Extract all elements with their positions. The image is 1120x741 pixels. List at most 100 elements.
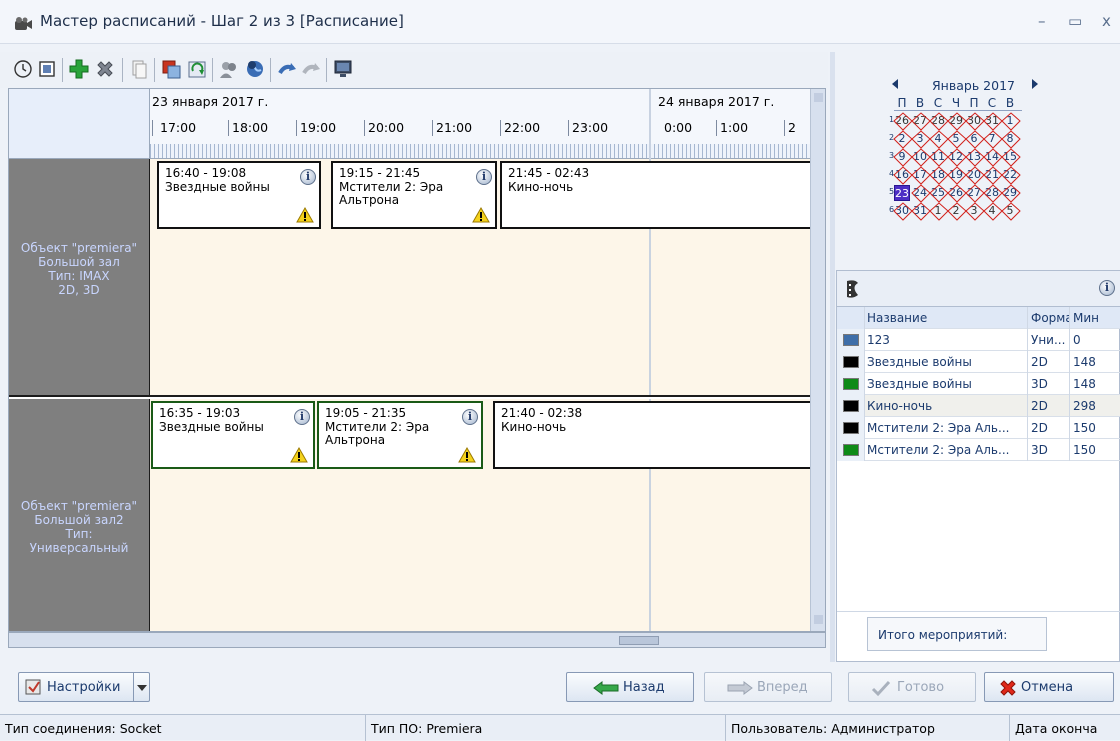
warning-icon	[290, 447, 308, 463]
event-name: Звездные войны	[165, 180, 270, 194]
film-minutes: 148	[1073, 355, 1096, 369]
clock-icon[interactable]	[12, 58, 34, 80]
hall-row: 16:35 - 19:03 Звездные войны i 19:05 - 2…	[150, 399, 823, 631]
undo-icon[interactable]	[276, 58, 298, 80]
film-format: 3D	[1031, 377, 1048, 391]
films-toolbar: i	[837, 271, 1120, 307]
monitor-icon[interactable]	[332, 58, 354, 80]
status-end-date-text: Дата оконча	[1015, 721, 1098, 736]
weekday-label: В	[915, 96, 925, 110]
vertical-scrollbar[interactable]	[810, 89, 825, 631]
select-icon[interactable]	[36, 58, 58, 80]
film-color-swatch	[843, 400, 859, 412]
table-row[interactable]: Кино-ночь 2D 298	[837, 395, 1120, 417]
chevron-down-icon[interactable]	[137, 685, 147, 691]
filmstrip-icon[interactable]	[845, 279, 861, 299]
hall-row-header: Объект "premiera" Большой зал2 Тип: Унив…	[9, 399, 150, 631]
hour-label: 21:00	[436, 120, 473, 135]
forward-label: Вперед	[757, 680, 808, 695]
table-row[interactable]: Мстители 2: Эра Аль... 3D 150	[837, 439, 1120, 461]
film-name: Мстители 2: Эра Аль...	[867, 421, 1010, 435]
next-month-arrow[interactable]	[1032, 79, 1038, 89]
film-format: 2D	[1031, 399, 1048, 413]
globe-icon[interactable]	[244, 58, 266, 80]
warning-icon	[458, 447, 476, 463]
status-software: Тип ПО: Premiera	[366, 715, 726, 741]
status-software-text: Тип ПО: Premiera	[371, 721, 483, 736]
info-icon[interactable]: i	[300, 169, 316, 185]
event-block[interactable]: 21:40 - 02:38 Кино-ночь	[493, 401, 823, 469]
event-block[interactable]: 16:40 - 19:08 Звездные войны i	[157, 161, 321, 229]
scroll-down-arrow[interactable]	[814, 615, 823, 624]
maximize-button[interactable]: ▭	[1068, 12, 1082, 30]
info-icon[interactable]: i	[476, 169, 492, 185]
title-bar: Мастер расписаний - Шаг 2 из 3 [Расписан…	[0, 0, 1120, 44]
weekday-label: С	[987, 96, 997, 110]
info-icon[interactable]: i	[462, 409, 478, 425]
table-row[interactable]: 123 Уни... 0	[837, 329, 1120, 351]
settings-button[interactable]: Настройки	[18, 672, 150, 702]
column-header[interactable]: Форма	[1031, 311, 1069, 325]
films-panel: i Название Форма Мин 123 Уни... 0 Звездные …	[836, 270, 1120, 662]
prev-month-arrow[interactable]	[892, 79, 898, 89]
warning-icon	[472, 207, 490, 223]
film-minutes: 150	[1073, 421, 1096, 435]
info-icon[interactable]: i	[294, 409, 310, 425]
minor-ticks	[150, 144, 810, 158]
info-icon[interactable]: i	[1099, 280, 1115, 296]
forward-button[interactable]: Вперед	[704, 672, 832, 702]
done-button[interactable]: Готово	[848, 672, 976, 702]
weekday-label: П	[969, 96, 979, 110]
film-name: Кино-ночь	[867, 399, 933, 413]
arrow-right-icon	[727, 681, 753, 695]
hour-label: 22:00	[504, 120, 541, 135]
film-format: 2D	[1031, 421, 1048, 435]
event-block[interactable]: 21:45 - 02:43 Кино-ночь	[500, 161, 825, 229]
copy-icon[interactable]	[128, 58, 150, 80]
status-connection-text: Тип соединения: Socket	[5, 721, 162, 736]
hour-label: 17:00	[160, 120, 197, 135]
window-title: Мастер расписаний - Шаг 2 из 3 [Расписан…	[40, 12, 404, 30]
close-button[interactable]: x	[1102, 12, 1111, 30]
export-icon[interactable]	[160, 58, 182, 80]
event-time: 19:15 - 21:45	[339, 166, 421, 180]
column-header[interactable]: Название	[867, 311, 1025, 325]
hall-label: Объект "premiera" Большой зал2 Тип: Унив…	[20, 499, 138, 555]
warning-icon	[296, 207, 314, 223]
horizontal-scrollbar[interactable]	[8, 632, 826, 648]
minimize-button[interactable]: –	[1038, 12, 1046, 30]
event-time: 16:40 - 19:08	[165, 166, 247, 180]
film-color-swatch	[843, 356, 859, 368]
event-block[interactable]: 16:35 - 19:03 Звездные войны i	[151, 401, 315, 469]
film-color-swatch	[843, 334, 859, 346]
event-name: Кино-ночь	[501, 420, 567, 434]
column-header[interactable]: Мин	[1073, 311, 1120, 325]
table-row[interactable]: Звездные войны 2D 148	[837, 351, 1120, 373]
event-time: 19:05 - 21:35	[325, 406, 407, 420]
cancel-button[interactable]: Отмена	[984, 672, 1114, 702]
scroll-thumb[interactable]	[619, 636, 659, 645]
hour-label: 19:00	[300, 120, 337, 135]
time-header: 23 января 2017 г. 24 января 2017 г. 17:0…	[150, 89, 810, 159]
status-user: Пользователь: Администратор	[726, 715, 1010, 741]
checkmark-icon	[871, 680, 891, 697]
scroll-up-arrow[interactable]	[814, 93, 823, 102]
date-label: 24 января 2017 г.	[658, 94, 775, 109]
event-block[interactable]: 19:05 - 21:35 Мстители 2: Эра Альтрона i	[317, 401, 483, 469]
redo-icon[interactable]	[300, 58, 322, 80]
calendar-month: Январь 2017	[932, 78, 1015, 93]
event-block[interactable]: 19:15 - 21:45 Мстители 2: Эра Альтрона i	[331, 161, 497, 229]
hall-row-header: Объект "premiera" Большой зал Тип: IMAX …	[9, 159, 150, 397]
settings-label: Настройки	[47, 680, 121, 695]
add-icon[interactable]	[68, 58, 90, 80]
panel-splitter[interactable]	[830, 52, 835, 662]
table-row[interactable]: Мстители 2: Эра Аль... 2D 150	[837, 417, 1120, 439]
event-name: Звездные войны	[159, 420, 264, 434]
table-row[interactable]: Звездные войны 3D 148	[837, 373, 1120, 395]
users-icon[interactable]	[218, 58, 240, 80]
delete-icon[interactable]	[94, 58, 116, 80]
film-color-swatch	[843, 422, 859, 434]
back-button[interactable]: Назад	[566, 672, 694, 702]
event-name: Кино-ночь	[508, 180, 574, 194]
refresh-icon[interactable]	[186, 58, 208, 80]
